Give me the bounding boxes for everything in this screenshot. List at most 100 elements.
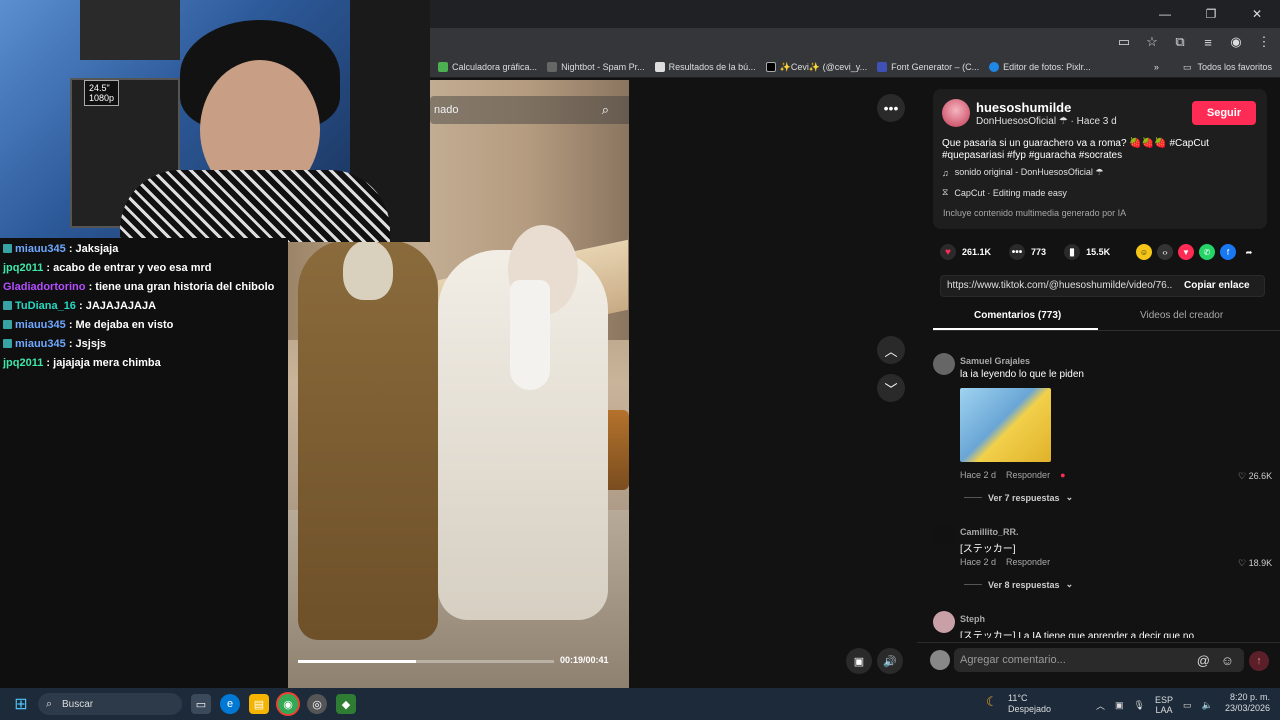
comment-text: la ia leyendo lo que le piden [960, 369, 1084, 380]
bookmark-item[interactable]: Resultados de la bú... [654, 62, 756, 72]
emoji-icon[interactable]: ☺ [1221, 653, 1234, 668]
more-options-button[interactable]: ••• [877, 94, 905, 122]
chat-badge-icon [3, 244, 12, 253]
post-comment-button[interactable]: ↑ [1249, 651, 1269, 671]
comment-author[interactable]: Steph [960, 614, 985, 624]
bookmark-item[interactable]: ✨Cevi✨ (@cevi_y... [765, 62, 867, 73]
search-input[interactable]: nado ⌕ [430, 96, 629, 124]
chevron-up-icon: ︿ [884, 343, 898, 359]
share-arrow-icon[interactable]: ➦ [1241, 244, 1257, 260]
post-description: Que pasaria si un guarachero va a roma? … [942, 138, 1209, 161]
previous-video-button[interactable]: ︿ [877, 336, 905, 364]
search-icon: ⌕ [46, 697, 53, 710]
chrome-icon[interactable]: ◉ [278, 694, 298, 714]
volume-button[interactable]: 🔊 [877, 648, 903, 674]
bookmark-item[interactable]: Editor de fotos: Pixlr... [989, 62, 1091, 72]
document-icon [654, 62, 665, 72]
reply-button[interactable]: Responder [1006, 470, 1050, 480]
comment-avatar[interactable] [933, 353, 955, 375]
edge-icon[interactable]: e [220, 694, 240, 714]
comment-like-button[interactable]: ♡ 18.9K [1238, 558, 1272, 569]
tab-comments[interactable]: Comentarios (773) [974, 310, 1061, 321]
floating-player-button[interactable]: ▣ [846, 648, 872, 674]
comment-author[interactable]: Camillito_RR. [960, 527, 1019, 537]
send-icon[interactable]: ▼ [1178, 244, 1194, 260]
cast-icon[interactable]: ▭ [1116, 34, 1132, 50]
maximize-button[interactable]: ❐ [1188, 0, 1234, 28]
folder-icon: ▭ [1182, 61, 1192, 72]
webcam-overlay: 24.5" 1080p [0, 0, 430, 242]
follow-button[interactable]: Seguir [1192, 101, 1256, 125]
microphone-icon[interactable]: 🎙 [1134, 700, 1145, 711]
music-note-icon: ♫ [942, 167, 949, 178]
share-options: ☺ ‹› ▼ ✆ f ➦ [1136, 244, 1257, 260]
more-bookmarks-icon[interactable]: » [1154, 62, 1159, 72]
network-icon[interactable]: ▭ [1183, 700, 1192, 711]
video-beard [510, 280, 550, 390]
weather-widget[interactable]: ☾ 11°C Despejado [986, 693, 1051, 715]
bookmark-item[interactable]: Font Generator – (C... [877, 62, 979, 72]
system-tray: ︿ ▣ 🎙 ESP LAA ▭ 🔈 [1096, 692, 1213, 718]
comment-input[interactable]: Agregar comentario... @ ☺ [954, 648, 1244, 672]
comment-meta: Hace 2 d Responder [960, 557, 1051, 567]
bookmark-item[interactable]: Nightbot - Spam Pr... [547, 62, 645, 72]
minimize-button[interactable]: — [1142, 0, 1188, 28]
task-view-icon[interactable]: ▭ [191, 694, 211, 714]
comment-button[interactable]: ••• 773 [1009, 244, 1046, 260]
reply-button[interactable]: Responder [1006, 557, 1050, 567]
comment-sticker-image[interactable] [960, 388, 1051, 462]
chat-badge-icon [3, 301, 12, 310]
mention-icon[interactable]: @ [1197, 653, 1210, 668]
bookmark-item[interactable]: Calculadora gráfica... [438, 62, 537, 72]
comment-like-button[interactable]: ♡ 26.6K [1238, 471, 1272, 482]
chevron-up-icon[interactable]: ︿ [1096, 699, 1105, 712]
windows-start-icon[interactable]: ⊞ [11, 694, 31, 714]
like-button[interactable]: ♥ 261.1K [940, 244, 991, 260]
emoji-share-icon[interactable]: ☺ [1136, 244, 1152, 260]
creator-liked-icon: ● [1060, 470, 1066, 480]
window-controls: — ❐ ✕ [1142, 0, 1280, 28]
app-icon[interactable]: ◎ [307, 694, 327, 714]
save-button[interactable]: ▮ 15.5K [1064, 244, 1110, 260]
search-icon[interactable]: ⌕ [602, 102, 609, 118]
copy-link-button[interactable]: Copiar enlace [1184, 280, 1250, 291]
creator-username[interactable]: huesoshumilde [976, 100, 1071, 115]
facebook-icon[interactable]: f [1220, 244, 1236, 260]
view-replies-button[interactable]: Ver 7 respuestas ⌄ [964, 492, 1073, 503]
app-icon[interactable]: ◆ [336, 694, 356, 714]
capcut-link[interactable]: ⧖ CapCut · Editing made easy [942, 187, 1067, 198]
next-video-button[interactable]: ﹀ [877, 374, 905, 402]
media-icon[interactable]: ≡ [1200, 34, 1216, 50]
taskbar-search[interactable]: ⌕ Buscar [38, 693, 182, 715]
video-side-area [629, 80, 917, 688]
comment-avatar[interactable] [933, 611, 955, 633]
all-bookmarks[interactable]: » ▭ Todos los favoritos [1154, 56, 1272, 78]
chat-message: Gladiadortorino : tiene una gran histori… [3, 281, 275, 293]
extensions-icon[interactable]: ⧉ [1172, 34, 1188, 50]
comment-avatar[interactable] [933, 524, 955, 546]
tab-creator-videos[interactable]: Videos del creador [1140, 310, 1223, 321]
language-indicator[interactable]: ESP LAA [1155, 695, 1173, 715]
file-explorer-icon[interactable]: ▤ [249, 694, 269, 714]
nightbot-icon [547, 62, 558, 72]
chevron-down-icon: ⌄ [1065, 579, 1074, 589]
view-replies-button[interactable]: Ver 8 respuestas ⌄ [964, 579, 1073, 590]
profile-icon[interactable]: ◉ [1228, 34, 1244, 50]
volume-icon[interactable]: 🔈 [1202, 700, 1213, 711]
star-icon[interactable]: ☆ [1144, 34, 1160, 50]
chat-message: miauu345 : Jsjsjs [3, 335, 285, 354]
pip-icon: ▣ [853, 655, 865, 668]
sound-link[interactable]: ♫ sonido original - DonHuesosOficial ☂ [942, 167, 1103, 178]
close-button[interactable]: ✕ [1234, 0, 1280, 28]
creator-avatar[interactable] [942, 99, 970, 127]
whatsapp-icon[interactable]: ✆ [1199, 244, 1215, 260]
comment-author[interactable]: Samuel Grajales [960, 356, 1030, 366]
stream-chat: miauu345 : Jaksjaja jpq2011 : acabo de e… [0, 238, 288, 688]
app-tray-icon[interactable]: ▣ [1115, 700, 1124, 711]
embed-icon[interactable]: ‹› [1157, 244, 1173, 260]
video-link[interactable]: https://www.tiktok.com/@huesoshumilde/vi… [947, 280, 1172, 291]
chat-badge-icon [3, 339, 12, 348]
creator-nickname[interactable]: DonHuesosOficial ☂ · Hace 3 d [976, 116, 1117, 127]
menu-icon[interactable]: ⋮ [1256, 34, 1272, 50]
taskbar-clock[interactable]: 8:20 p. m. 23/03/2026 [1225, 692, 1270, 714]
